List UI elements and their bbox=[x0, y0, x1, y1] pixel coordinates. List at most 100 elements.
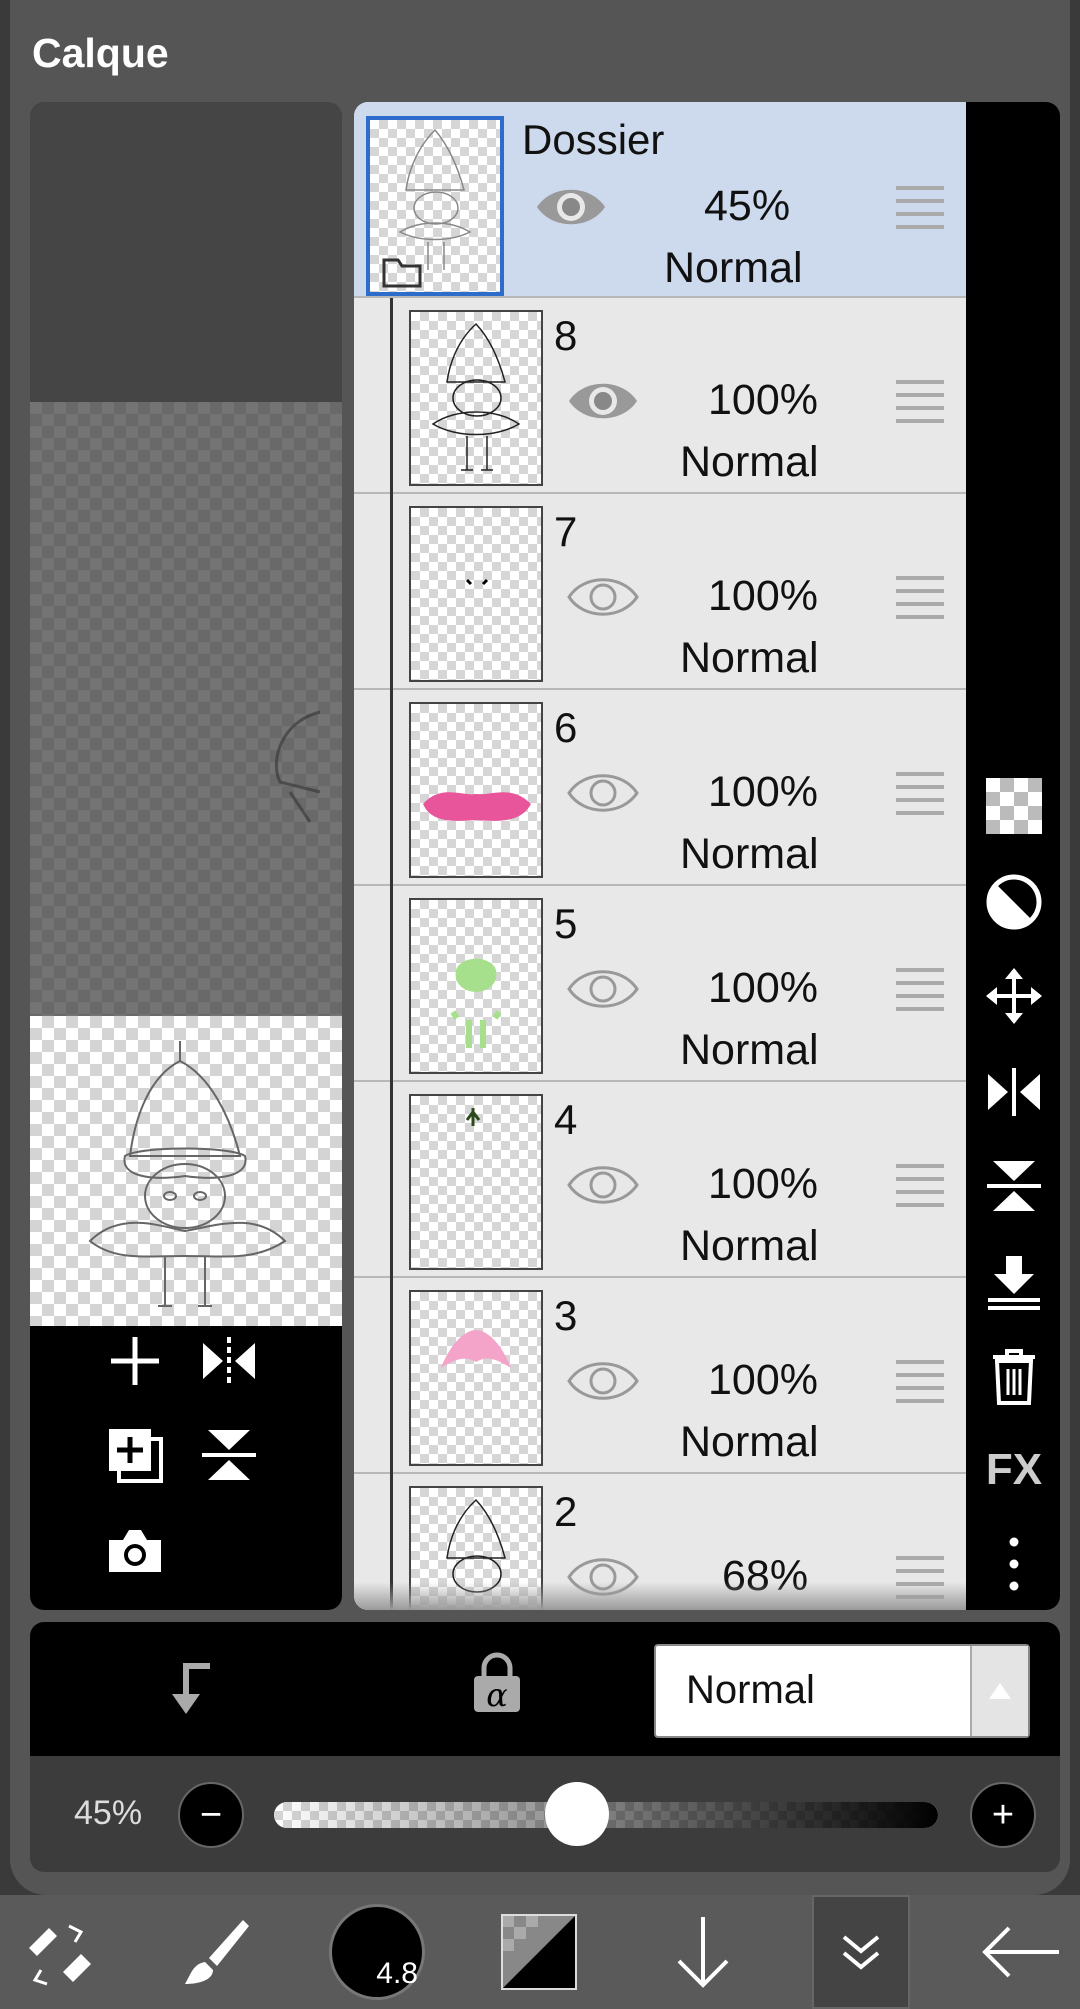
eye-hidden-icon[interactable] bbox=[566, 964, 640, 1014]
layer-thumbnail bbox=[409, 702, 543, 878]
opacity-label: 45% bbox=[74, 1794, 143, 1832]
flip-vertical-layer-button[interactable] bbox=[982, 1154, 1046, 1218]
lineart-sketch-image bbox=[431, 322, 521, 471]
folder-indent-line bbox=[390, 1278, 393, 1474]
opacity-increase-button[interactable]: + bbox=[970, 1782, 1036, 1848]
add-layer-button[interactable] bbox=[100, 1326, 170, 1396]
flip-vertical-button[interactable] bbox=[194, 1420, 264, 1490]
layer-opacity: 100% bbox=[708, 376, 818, 424]
double-chevron-down-icon bbox=[842, 1935, 880, 1970]
layer-row-8[interactable]: 8 100% Normal bbox=[354, 298, 966, 494]
layer-row-7[interactable]: 7 100% Normal bbox=[354, 494, 966, 690]
folder-icon bbox=[382, 258, 422, 288]
add-copy-layer-button[interactable] bbox=[100, 1420, 170, 1490]
layer-blend-mode: Normal bbox=[680, 1418, 819, 1466]
drag-handle-icon[interactable] bbox=[896, 1164, 944, 1208]
layer-thumbnail bbox=[409, 1094, 543, 1270]
canvas-preview bbox=[30, 102, 342, 1610]
layer-thumbnail bbox=[366, 116, 504, 296]
back-button[interactable] bbox=[966, 1895, 1076, 2009]
move-down-button[interactable] bbox=[648, 1895, 758, 2009]
pink-skirt-image bbox=[423, 792, 531, 821]
dialog-title: Calque bbox=[32, 30, 169, 76]
trash-icon bbox=[993, 1349, 1035, 1405]
layer-thumbnail bbox=[409, 898, 543, 1074]
list-fade bbox=[354, 1582, 966, 1610]
eye-hidden-icon[interactable] bbox=[566, 1160, 640, 1210]
brush-icon bbox=[185, 1920, 249, 1984]
bottom-toolbar: 4.8 bbox=[0, 1895, 1080, 2009]
clip-button[interactable] bbox=[982, 870, 1046, 934]
layer-blend-mode: Normal bbox=[664, 244, 803, 292]
brush-size-button[interactable]: 4.8 bbox=[322, 1895, 432, 2009]
eye-visible-icon[interactable] bbox=[534, 182, 608, 232]
eye-hidden-icon[interactable] bbox=[566, 572, 640, 622]
layer-blend-mode: Normal bbox=[680, 1222, 819, 1270]
flip-vertical-icon bbox=[202, 1430, 256, 1480]
brush-button[interactable] bbox=[160, 1895, 270, 2009]
move-button[interactable] bbox=[982, 964, 1046, 1028]
more-icon bbox=[1009, 1537, 1019, 1591]
blend-mode-value: Normal bbox=[686, 1668, 815, 1712]
merge-down-icon bbox=[988, 1256, 1040, 1310]
alpha-lock-button[interactable]: α bbox=[470, 1652, 530, 1722]
more-button[interactable] bbox=[982, 1532, 1046, 1596]
camera-button[interactable] bbox=[100, 1516, 170, 1586]
arrow-left-icon bbox=[982, 1926, 1059, 1978]
flip-horizontal-icon bbox=[988, 1068, 1040, 1116]
drag-handle-icon[interactable] bbox=[896, 380, 944, 424]
green-body-image bbox=[450, 958, 502, 1048]
preview-tools-panel bbox=[30, 1326, 342, 1610]
flip-horizontal-icon bbox=[203, 1337, 255, 1385]
clipping-button[interactable] bbox=[158, 1658, 228, 1722]
duplicate-layer-icon bbox=[109, 1429, 163, 1483]
folder-indent-line bbox=[390, 886, 393, 1082]
transparency-button[interactable] bbox=[982, 774, 1046, 838]
drag-handle-icon[interactable] bbox=[896, 576, 944, 620]
transparency-icon bbox=[986, 778, 1042, 834]
layer-thumbnail bbox=[409, 506, 543, 682]
drag-handle-icon[interactable] bbox=[896, 772, 944, 816]
blend-bar: α Normal bbox=[30, 1622, 1060, 1756]
eye-hidden-icon[interactable] bbox=[566, 768, 640, 818]
delete-layer-button[interactable] bbox=[982, 1344, 1046, 1408]
merge-down-button[interactable] bbox=[982, 1250, 1046, 1314]
layer-row-4[interactable]: 4 100% Normal bbox=[354, 1082, 966, 1278]
eye-visible-icon[interactable] bbox=[566, 376, 640, 426]
layer-row-5[interactable]: 5 100% Normal bbox=[354, 886, 966, 1082]
opacity-slider-knob[interactable] bbox=[544, 1782, 609, 1846]
opacity-decrease-button[interactable]: − bbox=[178, 1782, 244, 1848]
pen-eraser-swap-icon bbox=[29, 1924, 91, 1986]
layer-row-dossier[interactable]: Dossier 45% Normal bbox=[354, 102, 966, 298]
layer-row-6[interactable]: 6 100% Normal bbox=[354, 690, 966, 886]
drag-handle-icon[interactable] bbox=[896, 186, 944, 230]
fx-button[interactable]: FX bbox=[982, 1438, 1046, 1502]
color-button[interactable] bbox=[484, 1895, 594, 2009]
blend-mode-select[interactable]: Normal bbox=[654, 1644, 1030, 1738]
flip-horizontal-layer-button[interactable] bbox=[982, 1060, 1046, 1124]
preview-thumbnail bbox=[30, 1016, 342, 1326]
drag-handle-icon[interactable] bbox=[896, 968, 944, 1012]
clipping-arrow-icon bbox=[172, 1663, 210, 1714]
folder-indent-line bbox=[390, 1082, 393, 1278]
stem-image bbox=[465, 1108, 481, 1126]
layer-name: 7 bbox=[554, 508, 578, 555]
layer-dialog: Calque Dossier 45% Normal 8 100% Normal … bbox=[10, 0, 1070, 1895]
folder-indent-line bbox=[390, 298, 393, 494]
color-swatch-icon bbox=[501, 1914, 577, 1990]
layer-thumbnail bbox=[409, 310, 543, 486]
alpha-lock-icon: α bbox=[474, 1652, 520, 1714]
move-icon bbox=[986, 968, 1042, 1024]
layer-panel-toggle[interactable] bbox=[812, 1895, 910, 2009]
layer-row-3[interactable]: 3 100% Normal bbox=[354, 1278, 966, 1474]
layer-blend-mode: Normal bbox=[680, 634, 819, 682]
folder-indent-line bbox=[390, 690, 393, 886]
tool-switch-button[interactable] bbox=[4, 1895, 114, 2009]
layer-actions-sidebar: FX bbox=[966, 102, 1060, 1610]
folder-indent-line bbox=[390, 494, 393, 690]
layer-name: 2 bbox=[554, 1488, 578, 1535]
eye-hidden-icon[interactable] bbox=[566, 1356, 640, 1406]
flip-horizontal-button[interactable] bbox=[194, 1326, 264, 1396]
drag-handle-icon[interactable] bbox=[896, 1360, 944, 1404]
layer-opacity: 45% bbox=[704, 182, 791, 230]
